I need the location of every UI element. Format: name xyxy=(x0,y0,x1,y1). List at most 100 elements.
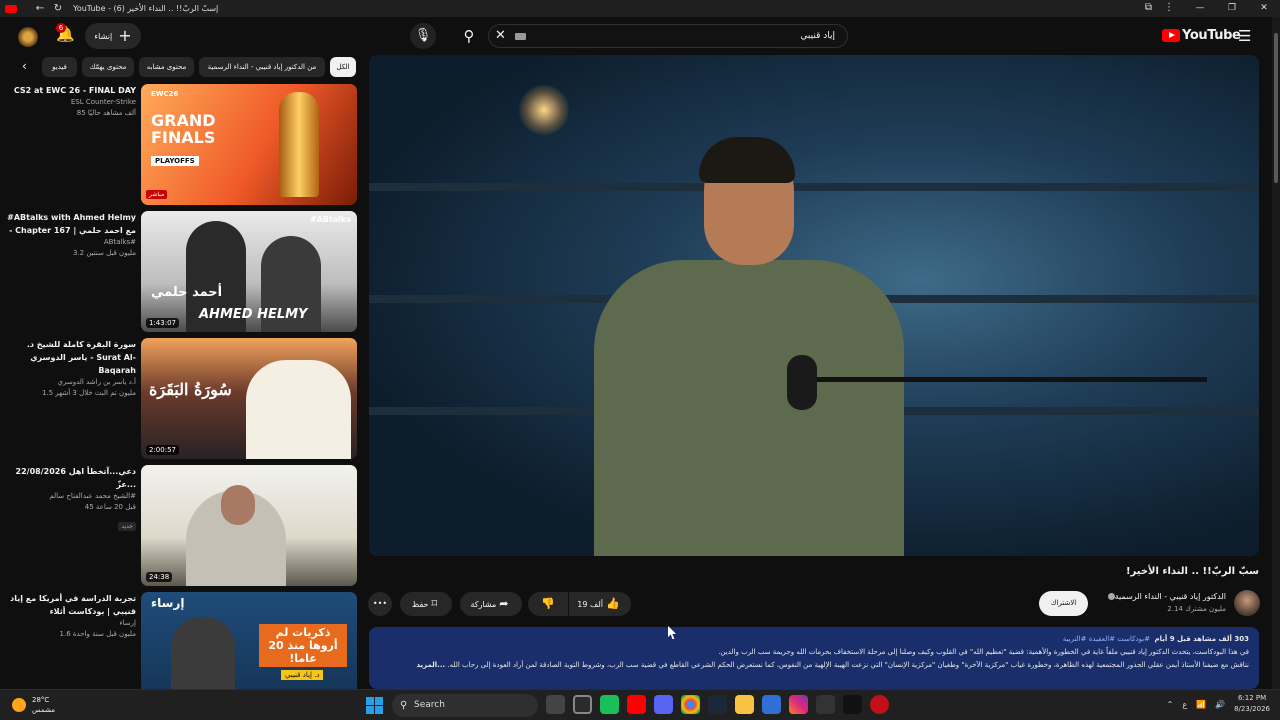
keyboard-icon[interactable] xyxy=(515,33,526,40)
subscribe-button[interactable]: الاشتراك xyxy=(1039,591,1088,616)
chip-from-channel[interactable]: من الدكتور إياد قنيبي - النداء الرسمية xyxy=(199,57,325,77)
video-title-main: سبّ الربّ!! .. النداء الأخير! xyxy=(1125,566,1259,577)
maximize-button[interactable]: ❐ xyxy=(1216,0,1248,17)
thumb-brand: EWC26 xyxy=(151,90,179,98)
clock[interactable]: 6:12 PM 8/23/2026 xyxy=(1234,693,1270,715)
discord-icon[interactable] xyxy=(654,695,673,714)
video-thumbnail[interactable]: سُورَةُ البَقَرَة 2:00:57 xyxy=(141,338,357,459)
video-title[interactable]: CS2 at EWC 26 - FINAL DAY xyxy=(6,84,136,97)
video-player[interactable] xyxy=(369,55,1259,556)
video-stats: 1.6 مليون قبل سنة واحدة xyxy=(59,630,136,638)
live-badge: مباشر xyxy=(146,190,168,199)
scrollbar-thumb[interactable] xyxy=(1274,33,1278,183)
video-title[interactable]: سورة البقرة كاملة للشيخ د. ياسر الدوسري … xyxy=(6,338,136,377)
browser-menu-icon[interactable]: ⋮ xyxy=(1164,2,1174,13)
back-button[interactable]: ← xyxy=(31,3,49,14)
thumb-brand: إرساء xyxy=(151,596,185,610)
chrome-icon[interactable] xyxy=(681,695,700,714)
search-button[interactable]: ⚲ xyxy=(450,23,488,49)
thumb-sub: PLAYOFFS xyxy=(151,156,199,166)
list-item[interactable]: EWC26 GRAND FINALS PLAYOFFS مباشر CS2 at… xyxy=(0,84,360,206)
app-icon[interactable] xyxy=(762,695,781,714)
channel-name[interactable]: أ.د ياسر بن راشد الدوسري xyxy=(6,377,136,388)
video-stats: 45 قبل 20 ساعة xyxy=(84,503,136,511)
search-input[interactable] xyxy=(545,28,835,44)
steam-icon[interactable] xyxy=(708,695,727,714)
sheikh-figure xyxy=(246,360,351,459)
dislike-button[interactable]: 👎 xyxy=(528,592,568,616)
channel-name[interactable]: ESL Counter-Strike xyxy=(6,97,136,108)
extensions-icon[interactable]: ⧉ xyxy=(1145,2,1152,13)
list-item[interactable]: سُورَةُ البَقَرَة 2:00:57 سورة البقرة كا… xyxy=(0,338,360,460)
mic-arm xyxy=(817,377,1207,382)
chip-all[interactable]: الكل xyxy=(330,57,356,77)
channel-name[interactable]: ABtalks# xyxy=(6,237,136,248)
chip-related[interactable]: محتوى مشابه xyxy=(139,57,194,77)
channel-name[interactable]: الشيخ محمد عبدالفتاح سالم# xyxy=(6,491,136,502)
volume-icon[interactable]: 🔊 xyxy=(1215,700,1225,709)
share-icon: ➦ xyxy=(499,597,509,610)
file-explorer-icon[interactable] xyxy=(735,695,754,714)
minimize-button[interactable]: — xyxy=(1184,0,1216,17)
thumbs-up-icon: 👍 xyxy=(605,597,620,610)
more-actions-button[interactable]: ••• xyxy=(368,592,392,616)
channel-name-main[interactable]: الدكتور إياد قنيبي - النداء الرسمية xyxy=(1105,592,1226,601)
notifications-button[interactable]: 🔔 6 xyxy=(56,23,76,47)
create-button[interactable]: إنشاء + xyxy=(85,23,141,49)
language-indicator[interactable]: ع xyxy=(1182,700,1187,709)
taskbar-search[interactable]: ⚲ Search xyxy=(392,694,538,717)
thumb-arabic: أحمد حلمي xyxy=(151,285,223,300)
weather-widget[interactable]: 28°C مشمس xyxy=(12,695,55,715)
tiktok-icon[interactable] xyxy=(843,695,862,714)
video-thumbnail[interactable]: EWC26 GRAND FINALS PLAYOFFS مباشر xyxy=(141,84,357,205)
thumb-tag: #ABtalks xyxy=(309,215,351,224)
chevron-left-icon[interactable]: ‹ xyxy=(22,59,27,73)
video-stats: 85 ألف مشاهد حاليًا xyxy=(76,109,136,117)
settings-icon[interactable] xyxy=(816,695,835,714)
youtube-app-icon[interactable] xyxy=(627,695,646,714)
video-duration: 24:38 xyxy=(146,572,173,582)
thumb-headline: AHMED HELMY xyxy=(199,307,308,322)
verified-icon xyxy=(1107,593,1115,600)
masthead: 🔔 6 إنشاء + 🎙 ⚲ ✕ YouTube ☰ xyxy=(0,17,1272,57)
video-thumbnail[interactable]: #ABtalks أحمد حلمي AHMED HELMY 1:43:07 xyxy=(141,211,357,332)
search-icon: ⚲ xyxy=(463,27,475,45)
list-item[interactable]: #ABtalks أحمد حلمي AHMED HELMY 1:43:07 #… xyxy=(0,211,360,333)
page-scrollbar[interactable] xyxy=(1272,17,1280,689)
list-item[interactable]: 24:38 22/08/2026 دعي...آتخطأ اهل عزّ... … xyxy=(0,465,360,587)
channel-avatar[interactable] xyxy=(1234,590,1260,616)
youtube-logo[interactable]: YouTube xyxy=(1162,28,1241,43)
clear-search-icon[interactable]: ✕ xyxy=(495,28,506,43)
voice-search-button[interactable]: 🎙 xyxy=(410,23,436,49)
video-meta: تجربة الدراسة في أمريكا مع إياد قنيبي | … xyxy=(6,592,136,640)
guide-menu-icon[interactable]: ☰ xyxy=(1238,27,1251,45)
windows-start-icon[interactable] xyxy=(366,697,383,714)
list-item[interactable]: إرساء ذكريات لم أروها منذ 20 عاما! د. إي… xyxy=(0,592,360,689)
network-icon[interactable]: 📶 xyxy=(1196,700,1206,709)
account-avatar[interactable] xyxy=(18,27,38,47)
description-tags[interactable]: #بودكاست #العقيدة #التربية xyxy=(1063,635,1150,643)
thumb-headline: سُورَةُ البَقَرَة xyxy=(149,380,232,399)
opera-icon[interactable] xyxy=(870,695,889,714)
chip-for-you[interactable]: محتوى يهمّك xyxy=(82,57,134,77)
video-thumbnail[interactable]: 24:38 xyxy=(141,465,357,586)
app-icon[interactable] xyxy=(600,695,619,714)
video-stats: 1.5 مليون تم البث خلال 3 أشهر xyxy=(41,389,136,397)
reload-button[interactable]: ↻ xyxy=(49,3,67,14)
video-thumbnail[interactable]: إرساء ذكريات لم أروها منذ 20 عاما! د. إي… xyxy=(141,592,357,689)
show-more-button[interactable]: ...المزيد xyxy=(416,661,445,669)
task-view-icon[interactable] xyxy=(546,695,565,714)
store-icon[interactable] xyxy=(573,695,592,714)
save-button[interactable]: حفظ ⌑ xyxy=(400,592,452,616)
instagram-icon[interactable] xyxy=(789,695,808,714)
video-title[interactable]: تجربة الدراسة في أمريكا مع إياد قنيبي | … xyxy=(6,592,136,618)
close-window-button[interactable]: ✕ xyxy=(1248,0,1280,17)
video-title[interactable]: 22/08/2026 دعي...آتخطأ اهل عزّ... xyxy=(6,465,136,491)
video-description[interactable]: 303 ألف مشاهد قبل 9 أيام #بودكاست #العقي… xyxy=(369,627,1259,689)
channel-name[interactable]: إرساء xyxy=(6,618,136,629)
like-button[interactable]: 19 ألف 👍 xyxy=(569,592,631,616)
chip-videos[interactable]: فيديو xyxy=(42,57,77,77)
chevron-up-icon[interactable]: ⌃ xyxy=(1167,700,1174,709)
share-button[interactable]: مشاركة ➦ xyxy=(460,592,522,616)
video-title[interactable]: #ABtalks with Ahmed Helmy - Chapter 167 … xyxy=(6,211,136,237)
